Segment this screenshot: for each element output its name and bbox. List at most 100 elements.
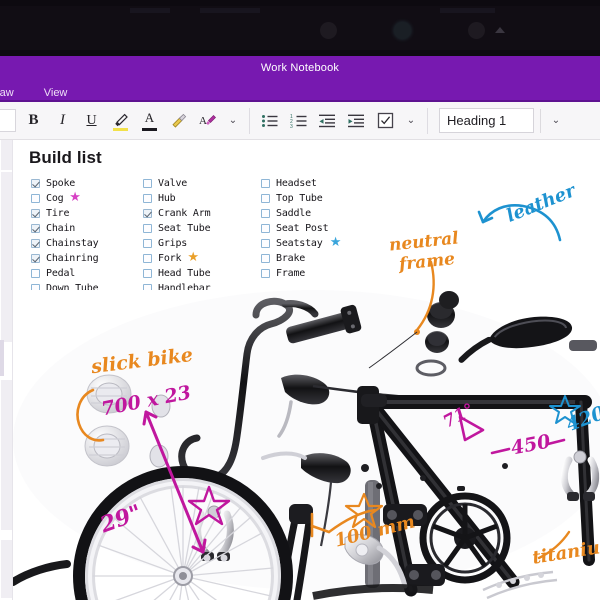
font-color-bar bbox=[142, 127, 157, 131]
style-selector-chevron[interactable]: ⌄ bbox=[541, 106, 571, 136]
checklist-item-label: Top Tube bbox=[276, 193, 323, 204]
checkbox-unchecked-icon[interactable] bbox=[261, 179, 270, 188]
checkbox-unchecked-icon[interactable] bbox=[261, 224, 270, 233]
decrease-indent-button[interactable] bbox=[313, 106, 342, 136]
ribbon-tab-draw[interactable]: raw bbox=[0, 87, 22, 101]
font-group-overflow-button[interactable]: ⌄ bbox=[222, 106, 244, 136]
clear-formatting-icon: A bbox=[199, 115, 216, 127]
checkbox-checked-icon[interactable] bbox=[31, 254, 40, 263]
checklist-item-label: Brake bbox=[276, 253, 306, 264]
italic-button[interactable]: I bbox=[48, 106, 77, 136]
checklist-item[interactable]: Cog ★ bbox=[31, 189, 143, 206]
numbered-list-button[interactable]: 1 2 3 bbox=[284, 106, 313, 136]
checklist-item[interactable]: Saddle bbox=[261, 206, 391, 221]
checklist-item[interactable]: Frame bbox=[261, 266, 391, 281]
checklist-item[interactable]: Chainring bbox=[31, 251, 143, 266]
decrease-indent-icon bbox=[319, 114, 335, 127]
checklist-item[interactable]: Chainstay bbox=[31, 236, 143, 251]
checklist-item[interactable]: Seat Tube bbox=[143, 221, 261, 236]
checkbox-checked-icon[interactable] bbox=[31, 239, 40, 248]
bold-icon: B bbox=[28, 112, 39, 128]
checklist-item[interactable]: Fork ★ bbox=[143, 250, 261, 266]
ribbon-tab-view[interactable]: View bbox=[36, 87, 76, 101]
checkbox-checked-icon[interactable] bbox=[31, 224, 40, 233]
checkbox-checked-icon[interactable] bbox=[143, 209, 152, 218]
checkbox-unchecked-icon[interactable] bbox=[261, 209, 270, 218]
page-list-rail[interactable] bbox=[0, 140, 13, 600]
checklist-item[interactable]: Tire bbox=[31, 206, 143, 221]
checklist-item-label: Chainring bbox=[46, 253, 99, 264]
page-title[interactable]: Build list bbox=[29, 148, 102, 168]
note-page[interactable]: Build list Spoke Cog ★ Tire Chain Chainstay Ch… bbox=[13, 140, 600, 600]
style-selector[interactable]: Heading 1 bbox=[439, 108, 534, 133]
bulleted-list-button[interactable] bbox=[255, 106, 284, 136]
font-color-button[interactable]: A bbox=[135, 106, 164, 136]
checklist-item[interactable]: Valve bbox=[143, 176, 261, 191]
checkbox-unchecked-icon[interactable] bbox=[31, 194, 40, 203]
checklist-item[interactable]: Top Tube bbox=[261, 191, 391, 206]
checklist-item[interactable]: Spoke bbox=[31, 176, 143, 191]
caret-up-icon[interactable] bbox=[495, 27, 505, 33]
checklist-item[interactable]: Headset bbox=[261, 176, 391, 191]
checkbox-unchecked-icon[interactable] bbox=[143, 179, 152, 188]
bold-button[interactable]: B bbox=[19, 106, 48, 136]
rail-segment-3[interactable] bbox=[1, 380, 12, 530]
window-dot-3-icon[interactable] bbox=[468, 22, 485, 39]
checkbox-checked-icon[interactable] bbox=[31, 179, 40, 188]
paintbrush-icon bbox=[171, 113, 186, 128]
checkbox-unchecked-icon[interactable] bbox=[143, 194, 152, 203]
checkbox-unchecked-icon[interactable] bbox=[31, 269, 40, 278]
checklist-item[interactable]: Hub bbox=[143, 191, 261, 206]
highlighter-button[interactable] bbox=[106, 106, 135, 136]
todo-checkbox-button[interactable] bbox=[371, 106, 400, 136]
checklist-item-label: Chainstay bbox=[46, 238, 99, 249]
ink-star-pink-icon: ★ bbox=[69, 189, 81, 204]
checkbox-checked-icon[interactable] bbox=[31, 209, 40, 218]
window-controls[interactable] bbox=[320, 22, 485, 39]
title-bar-smudge-1 bbox=[130, 8, 170, 13]
window-dot-2-icon[interactable] bbox=[394, 22, 411, 39]
checklist-item[interactable]: Pedal bbox=[31, 266, 143, 281]
checklist-item[interactable]: Grips bbox=[143, 236, 261, 251]
window-dot-1-icon[interactable] bbox=[320, 22, 337, 39]
checklist-item[interactable]: Seat Post bbox=[261, 221, 391, 236]
checklist-item[interactable]: Chain bbox=[31, 221, 143, 236]
annotation-leather: leather bbox=[503, 180, 579, 227]
checklist-item-label: Spoke bbox=[46, 178, 76, 189]
checkbox-unchecked-icon[interactable] bbox=[261, 194, 270, 203]
checkbox-unchecked-icon[interactable] bbox=[261, 254, 270, 263]
checklist-item[interactable]: Crank Arm bbox=[143, 206, 261, 221]
checklist-item[interactable]: Brake bbox=[261, 251, 391, 266]
checklist-item[interactable]: Seatstay ★ bbox=[261, 235, 391, 251]
style-selector-value: Heading 1 bbox=[447, 113, 507, 128]
rail-segment-4[interactable] bbox=[1, 540, 12, 598]
title-bar-inner bbox=[0, 6, 600, 50]
increase-indent-button[interactable] bbox=[342, 106, 371, 136]
checkbox-unchecked-icon[interactable] bbox=[261, 269, 270, 278]
underline-button[interactable]: U bbox=[77, 106, 106, 136]
paragraph-group-overflow-button[interactable]: ⌄ bbox=[400, 106, 422, 136]
svg-text:3: 3 bbox=[290, 124, 293, 129]
font-color-icon: A bbox=[144, 109, 155, 125]
checklist-item-label: Head Tube bbox=[158, 268, 211, 279]
rail-segment-2[interactable] bbox=[1, 172, 12, 342]
checkbox-unchecked-icon[interactable] bbox=[143, 254, 152, 263]
bulleted-list-icon bbox=[261, 114, 277, 127]
checkbox-unchecked-icon[interactable] bbox=[143, 269, 152, 278]
onenote-window: Work Notebook raw View B I U A bbox=[0, 0, 600, 600]
checkbox-unchecked-icon[interactable] bbox=[143, 239, 152, 248]
checklist-item-label: Tire bbox=[46, 208, 70, 219]
clear-formatting-button[interactable]: A bbox=[193, 106, 222, 136]
checklist-item-label: Fork bbox=[158, 253, 182, 264]
rail-segment-1[interactable] bbox=[1, 140, 12, 170]
italic-icon: I bbox=[60, 112, 65, 128]
checklist-item-label: Grips bbox=[158, 238, 188, 249]
checklist-item[interactable]: Head Tube bbox=[143, 266, 261, 281]
format-painter-button[interactable] bbox=[164, 106, 193, 136]
rail-active-page-indicator[interactable] bbox=[0, 340, 4, 376]
checkbox-unchecked-icon[interactable] bbox=[143, 224, 152, 233]
checklist-item-label: Pedal bbox=[46, 268, 76, 279]
toolbar-separator-1 bbox=[249, 107, 250, 134]
checkbox-unchecked-icon[interactable] bbox=[261, 239, 270, 248]
annotation-neutral-frame-line2: frame bbox=[398, 249, 456, 275]
